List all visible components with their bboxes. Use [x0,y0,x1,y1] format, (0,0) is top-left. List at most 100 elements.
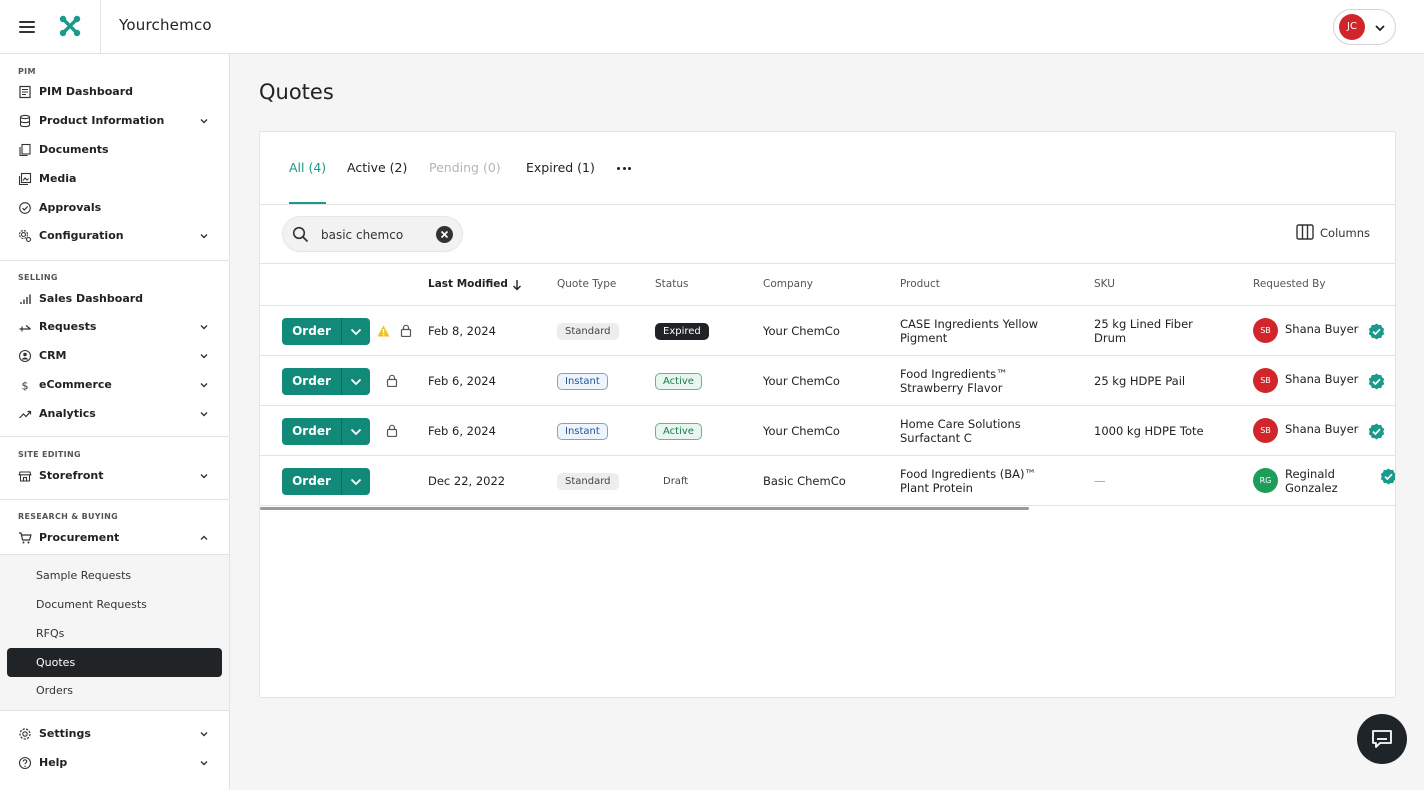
lock-icon [386,374,398,387]
order-button[interactable]: Order [282,318,370,345]
requester-name: Shana Buyer [1285,372,1359,386]
tab-all[interactable]: All (4) [289,160,326,175]
order-label: Order [292,424,331,438]
help-icon [18,756,32,770]
sku-cell-line1: 25 kg HDPE Pail [1094,374,1186,388]
column-header-sku[interactable]: SKU [1094,278,1115,290]
sidebar-item-sample-requests[interactable]: Sample Requests [7,561,222,590]
product-cell-line1: Home Care Solutions [900,417,1021,431]
chevron-down-icon [200,732,208,737]
table-row[interactable]: Order Feb 8, 2024 Standard Expired Your … [260,306,1395,356]
sidebar-item-label: Settings [39,727,91,740]
sidebar-item-requests[interactable]: Requests [0,314,229,340]
column-header-quote-type[interactable]: Quote Type [557,278,616,290]
chevron-down-icon [200,354,208,359]
avatar: JC [1339,14,1365,40]
more-tabs-button[interactable] [615,158,633,178]
sidebar-item-storefront[interactable]: Storefront [0,463,229,489]
table-row[interactable]: Order Dec 22, 2022 Standard Draft Basic … [260,456,1395,506]
sidebar-item-document-requests[interactable]: Document Requests [7,590,222,619]
quote-type-badge: Standard [557,473,619,490]
product-cell-line1: Food Ingredients™ [900,367,1008,381]
requests-icon [19,325,31,332]
columns-label: Columns [1320,226,1371,240]
product-cell-line2: Plant Protein [900,481,973,495]
sidebar-item-quotes[interactable]: Quotes [7,648,222,677]
sidebar-item-analytics[interactable]: Analytics [0,401,229,427]
column-header-company[interactable]: Company [763,278,813,290]
chevron-down-icon[interactable] [342,418,370,445]
clear-icon[interactable] [436,226,453,243]
table-row[interactable]: Order Feb 6, 2024 Instant Active Your Ch… [260,356,1395,406]
sidebar-divider [0,499,229,500]
order-button[interactable]: Order [282,368,370,395]
search-input[interactable] [321,225,431,245]
horizontal-scrollbar[interactable] [260,507,1029,510]
table-row[interactable]: Order Feb 6, 2024 Instant Active Your Ch… [260,406,1395,456]
order-button[interactable]: Order [282,418,370,445]
last-modified-cell: Dec 22, 2022 [428,474,506,488]
trend-icon [19,410,32,419]
status-badge: Draft [663,476,689,487]
logo-icon[interactable] [58,14,82,38]
sidebar-item-approvals[interactable]: Approvals [0,195,229,221]
tab-active[interactable]: Active (2) [347,160,407,175]
lock-icon [400,324,412,337]
avatar: SB [1253,418,1278,443]
product-cell-line2: Pigment [900,331,948,345]
chevron-down-icon [200,234,208,239]
sidebar-item-label: Documents [39,143,109,156]
avatar: SB [1253,368,1278,393]
sidebar-item-rfqs[interactable]: RFQs [7,619,222,648]
last-modified-cell: Feb 6, 2024 [428,424,496,438]
warning-icon [377,325,390,337]
column-header-product[interactable]: Product [900,278,940,290]
requester-name: Shana Buyer [1285,422,1359,436]
column-header-requested-by[interactable]: Requested By [1253,278,1326,290]
sidebar-item-label: Analytics [39,407,96,420]
section-label-site-editing: SITE EDITING [18,450,81,459]
chevron-down-icon[interactable] [342,468,370,495]
chevron-down-icon[interactable] [342,318,370,345]
last-modified-cell: Feb 8, 2024 [428,324,496,338]
sidebar-item-documents[interactable]: Documents [0,137,229,163]
requester-name: Shana Buyer [1285,322,1359,336]
product-cell-line2: Strawberry Flavor [900,381,1003,395]
sidebar-item-media[interactable]: Media [0,166,229,192]
chevron-up-icon [200,535,208,540]
company-cell: Basic ChemCo [763,474,846,488]
sku-cell-line1: 25 kg Lined Fiber [1094,317,1193,331]
sidebar-item-crm[interactable]: CRM [0,343,229,369]
sidebar-item-product-information[interactable]: Product Information [0,108,229,134]
svg-text:$: $ [22,380,29,393]
sidebar: PIM PIM Dashboard Product Information Do… [0,54,230,790]
sidebar-item-pim-dashboard[interactable]: PIM Dashboard [0,79,229,105]
cart-icon [19,532,32,544]
chevron-down-icon [200,119,208,124]
sidebar-item-label: PIM Dashboard [39,85,134,98]
menu-icon[interactable] [17,17,37,37]
sidebar-item-help[interactable]: Help [0,750,229,776]
column-header-last-modified[interactable]: Last Modified [428,278,508,290]
sidebar-item-sales-dashboard[interactable]: Sales Dashboard [0,286,229,312]
sidebar-item-orders[interactable]: Orders [7,676,222,705]
sidebar-item-procurement[interactable]: Procurement [0,525,229,551]
order-button[interactable]: Order [282,468,370,495]
chevron-down-icon[interactable] [342,368,370,395]
sort-descending-icon[interactable] [512,279,522,291]
page-title: Quotes [259,80,334,104]
chevron-down-icon [200,761,208,766]
sidebar-item-settings[interactable]: Settings [0,721,229,747]
order-label: Order [292,474,331,488]
chat-button[interactable] [1357,714,1407,764]
sidebar-item-configuration[interactable]: Configuration [0,223,229,249]
tab-expired[interactable]: Expired (1) [526,160,595,175]
active-tab-indicator [289,202,326,204]
columns-button[interactable]: Columns [1296,223,1376,243]
user-circle-icon [18,349,32,363]
column-header-status[interactable]: Status [655,278,688,290]
sidebar-item-ecommerce[interactable]: $ eCommerce [0,372,229,398]
tab-pending[interactable]: Pending (0) [429,160,501,175]
chevron-down-icon [200,412,208,417]
user-menu[interactable]: JC [1333,9,1396,45]
